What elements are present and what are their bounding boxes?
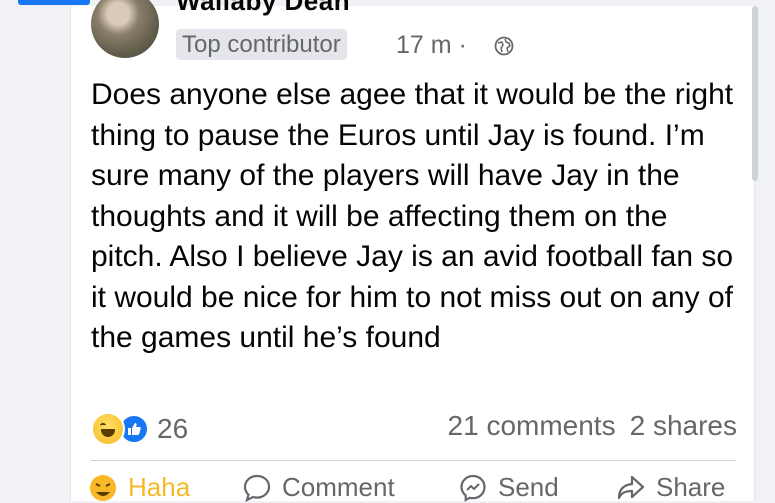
messenger-icon: [460, 474, 486, 502]
share-label: Share: [656, 472, 726, 502]
post-stats: 21 comments 2 shares: [448, 410, 737, 442]
post-text: Does anyone else agee that it would be t…: [91, 78, 734, 354]
shares-count[interactable]: 2 shares: [630, 410, 737, 441]
share-icon: [617, 475, 645, 499]
scrollbar[interactable]: [752, 6, 758, 181]
top-accent-bar: [18, 0, 90, 5]
send-label: Send: [498, 472, 559, 502]
thumbs-up-icon: [128, 423, 141, 435]
send-button[interactable]: Send: [458, 472, 559, 503]
haha-label: Haha: [128, 472, 191, 502]
reactions-summary[interactable]: 26: [91, 412, 188, 446]
comment-icon: [243, 474, 271, 502]
post-timestamp[interactable]: 17 m ·: [396, 31, 467, 60]
haha-reaction-icon: [91, 412, 125, 446]
author-name[interactable]: Wallaby Dean: [176, 0, 350, 17]
reaction-count: 26: [157, 413, 189, 444]
globe-icon: [494, 36, 514, 56]
comments-count[interactable]: 21 comments: [448, 410, 616, 441]
comment-label: Comment: [282, 472, 395, 502]
share-button[interactable]: Share: [616, 472, 725, 503]
action-bar: Haha Comment Send Share: [84, 472, 744, 502]
haha-icon: [90, 474, 116, 501]
haha-button[interactable]: Haha: [88, 472, 190, 503]
comment-button[interactable]: Comment: [242, 472, 395, 503]
top-contributor-badge: Top contributor: [176, 29, 347, 60]
divider: [91, 460, 736, 461]
